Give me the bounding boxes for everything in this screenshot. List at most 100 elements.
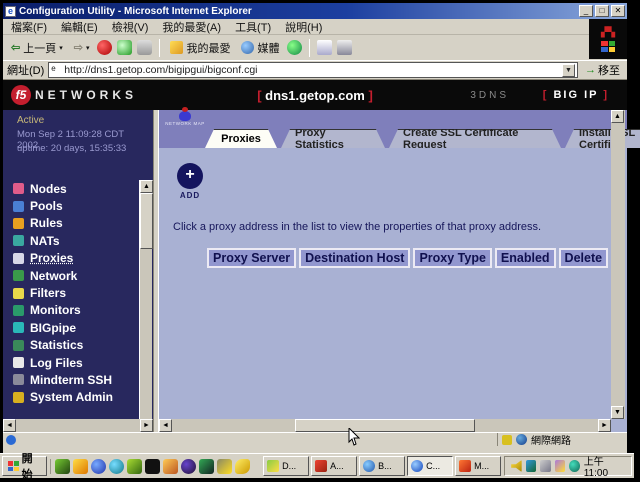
task-button-5[interactable]: M... (455, 456, 501, 476)
network-map-label: NETWORK MAP (165, 121, 205, 126)
menu-favorites[interactable]: 我的最愛(A) (162, 19, 221, 35)
scroll-right-icon[interactable]: ► (140, 419, 153, 432)
sidebar-item-bigpipe[interactable]: BIGpipe (13, 319, 139, 336)
quicklaunch-icon-5[interactable] (127, 459, 142, 474)
sidebar-item-mindterm-ssh[interactable]: Mindterm SSH (13, 371, 139, 388)
network-map-icon (179, 111, 191, 121)
tab-install-ssl-certificate[interactable]: Install SSL Certifi (565, 129, 640, 148)
favorites-button[interactable]: 我的最愛 (167, 39, 233, 57)
sidebar-item-monitors[interactable]: Monitors (13, 302, 139, 319)
mail-icon[interactable] (317, 40, 332, 55)
quicklaunch-icon-9[interactable] (199, 459, 214, 474)
sidebar-vertical-scrollbar[interactable]: ▲ (139, 180, 152, 430)
quicklaunch-icon-7[interactable] (163, 459, 178, 474)
menu-view[interactable]: 檢視(V) (112, 19, 149, 35)
forward-button[interactable]: ⇨ ▾ (71, 40, 93, 55)
tab-row: Proxies Proxy Statistics Create SSL Cert… (159, 129, 627, 148)
task-button-3[interactable]: B... (359, 456, 405, 476)
titlebar[interactable]: e Configuration Utility - Microsoft Inte… (3, 3, 627, 19)
tray-icon-2[interactable] (526, 460, 537, 472)
tab-proxies[interactable]: Proxies (205, 129, 277, 148)
sidebar-item-nodes[interactable]: Nodes (13, 180, 139, 197)
scroll-right-icon[interactable]: ► (598, 419, 611, 432)
maximize-button[interactable]: □ (595, 5, 609, 17)
sidebar-item-statistics[interactable]: Statistics (13, 337, 139, 354)
menubar: 檔案(F) 編輯(E) 檢視(V) 我的最愛(A) 工具(T) 說明(H) (3, 19, 589, 35)
sidebar-item-system-admin[interactable]: System Admin (13, 389, 139, 406)
scrollbar-thumb[interactable] (295, 419, 475, 432)
volume-icon[interactable] (511, 460, 522, 472)
tab-proxy-statistics[interactable]: Proxy Statistics (281, 129, 385, 148)
internet-globe-icon (516, 434, 527, 445)
ie-statusbar: 網際網路 (3, 432, 627, 446)
scroll-left-icon[interactable]: ◄ (3, 419, 16, 432)
quicklaunch-icon-8[interactable] (181, 459, 196, 474)
quicklaunch-icon-2[interactable] (73, 459, 88, 474)
column-enabled[interactable]: Enabled (495, 248, 556, 268)
minimize-button[interactable]: _ (579, 5, 593, 17)
tray-icon-5[interactable] (569, 460, 580, 472)
close-button[interactable]: ✕ (611, 5, 625, 17)
ie-app-icon: e (5, 6, 16, 17)
bigpipe-icon (13, 322, 24, 333)
menu-edit[interactable]: 編輯(E) (61, 19, 98, 35)
tray-icon-3[interactable] (540, 460, 551, 472)
sidebar-horizontal-scrollbar[interactable]: ◄ ► (3, 419, 153, 432)
quicklaunch-icon-4[interactable] (109, 459, 124, 474)
go-icon: → (585, 64, 596, 76)
quicklaunch-icon-11[interactable] (235, 459, 250, 474)
home-icon[interactable] (137, 40, 152, 55)
quicklaunch-icon-3[interactable] (91, 459, 106, 474)
sidebar-item-pools[interactable]: Pools (13, 197, 139, 214)
filters-icon (13, 288, 24, 299)
history-icon[interactable] (287, 40, 302, 55)
back-button[interactable]: ⇦ 上一頁 ▾ (8, 39, 66, 57)
menu-file[interactable]: 檔案(F) (11, 19, 47, 35)
column-proxy-type[interactable]: Proxy Type (413, 248, 491, 268)
start-button[interactable]: 開始 (2, 456, 47, 476)
forward-dropdown-icon[interactable]: ▾ (86, 44, 90, 52)
sidebar-item-rules[interactable]: Rules (13, 215, 139, 232)
tab-create-ssl-certificate-request[interactable]: Create SSL Certificate Request (389, 129, 561, 148)
taskbar-clock: 上午 11:00 (584, 453, 625, 479)
stop-icon[interactable] (97, 40, 112, 55)
scroll-left-icon[interactable]: ◄ (159, 419, 172, 432)
go-button[interactable]: → 移至 (582, 62, 623, 78)
sidebar: Active Mon Sep 2 11:09:28 CDT 2002 uptim… (3, 110, 153, 432)
tray-icon-4[interactable] (555, 460, 566, 472)
sidebar-item-filters[interactable]: Filters (13, 284, 139, 301)
url-dropdown-icon[interactable]: ▼ (562, 64, 575, 77)
sidebar-item-log-files[interactable]: Log Files (13, 354, 139, 371)
scroll-down-icon[interactable]: ▼ (611, 406, 624, 419)
quicklaunch-icon-6[interactable] (145, 459, 160, 474)
refresh-icon[interactable] (117, 40, 132, 55)
sidebar-item-nats[interactable]: NATs (13, 232, 139, 249)
product-bigip: [ BIG IP ] (543, 89, 609, 101)
task-button-1[interactable]: D... (263, 456, 309, 476)
menu-help[interactable]: 說明(H) (285, 19, 322, 35)
sidebar-item-proxies[interactable]: Proxies (13, 250, 139, 267)
main-horizontal-scrollbar[interactable]: ◄ ► (159, 419, 611, 432)
menu-tools[interactable]: 工具(T) (235, 19, 271, 35)
scroll-up-icon[interactable]: ▲ (140, 180, 153, 193)
window-title: Configuration Utility - Microsoft Intern… (19, 6, 579, 17)
sidebar-item-network[interactable]: Network (13, 267, 139, 284)
column-proxy-server[interactable]: Proxy Server (207, 248, 296, 268)
url-text: http://dns1.getop.com/bigipgui/bigconf.c… (64, 64, 257, 76)
log-files-icon (13, 357, 24, 368)
main-vertical-scrollbar[interactable]: ▲ ▼ (611, 110, 625, 419)
quicklaunch-icon-1[interactable] (55, 459, 70, 474)
back-dropdown-icon[interactable]: ▾ (59, 44, 63, 52)
print-icon[interactable] (337, 40, 352, 55)
task-button-2[interactable]: A... (311, 456, 357, 476)
add-proxy-button[interactable]: + (177, 163, 203, 189)
hostname: [ dns1.getop.com ] (3, 88, 627, 103)
task-button-4-active[interactable]: C... (407, 456, 453, 476)
column-delete[interactable]: Delete (559, 248, 609, 268)
column-destination-host[interactable]: Destination Host (299, 248, 410, 268)
media-button[interactable]: 媒體 (238, 39, 282, 57)
scrollbar-thumb[interactable] (140, 193, 153, 249)
quicklaunch-icon-10[interactable] (217, 459, 232, 474)
scroll-up-icon[interactable]: ▲ (611, 110, 624, 123)
url-input[interactable]: e http://dns1.getop.com/bigipgui/bigconf… (48, 62, 578, 78)
